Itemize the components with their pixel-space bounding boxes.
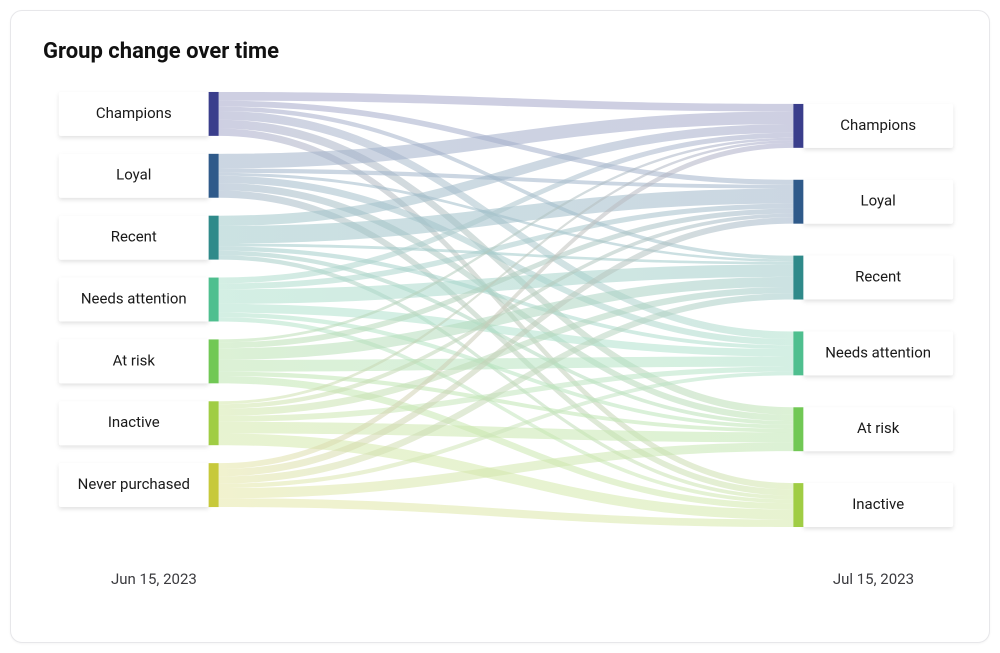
right-node-bar-champions [793, 104, 803, 148]
sankey-chart: Champions Loyal Recent Needs attention At ri… [43, 72, 969, 592]
right-node-bar-loyal [793, 180, 803, 224]
right-node-bar-needs_attention [793, 331, 803, 375]
left-node-label-champions: Champions [96, 104, 172, 122]
chart-title: Group change over time [43, 39, 969, 64]
right-node-label-loyal: Loyal [861, 192, 896, 210]
left-node-bar-champions [209, 92, 219, 136]
right-node-label-champions: Champions [840, 116, 916, 134]
left-node-bar-needs_attention [209, 278, 219, 322]
left-node-label-never_purchased: Never purchased [78, 475, 190, 493]
date-label-left: Jun 15, 2023 [111, 570, 197, 588]
right-node-bar-recent [793, 256, 803, 300]
left-node-bar-loyal [209, 154, 219, 198]
left-node-label-recent: Recent [111, 228, 157, 246]
sankey-svg: Champions Loyal Recent Needs attention At ri… [43, 72, 969, 591]
left-node-label-inactive: Inactive [108, 413, 160, 431]
date-label-right: Jul 15, 2023 [833, 570, 914, 588]
right-node-label-recent: Recent [855, 268, 901, 286]
left-node-bar-at_risk [209, 339, 219, 383]
right-node-label-needs_attention: Needs attention [825, 343, 931, 361]
left-node-bar-recent [209, 216, 219, 260]
right-node-bar-inactive [793, 483, 803, 527]
right-node-label-inactive: Inactive [852, 495, 904, 513]
group-change-card: Group change over time Champions Loyal Rec… [10, 10, 990, 643]
left-node-label-needs_attention: Needs attention [81, 289, 187, 307]
left-node-bar-never_purchased [209, 463, 219, 507]
left-node-label-loyal: Loyal [116, 166, 151, 184]
left-node-bar-inactive [209, 401, 219, 445]
right-node-label-at_risk: At risk [857, 419, 900, 437]
left-node-label-at_risk: At risk [113, 351, 156, 369]
right-node-bar-at_risk [793, 407, 803, 451]
